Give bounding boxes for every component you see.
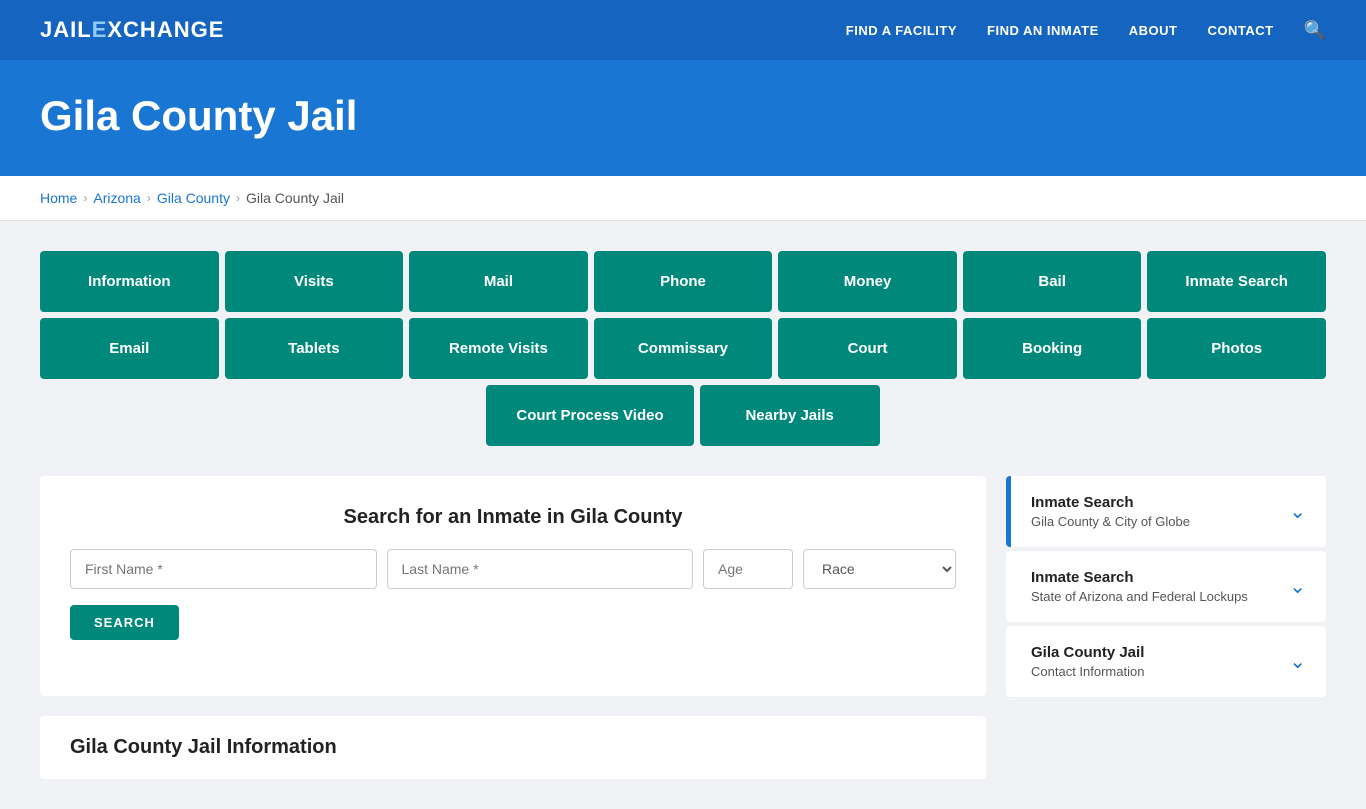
last-name-input[interactable] — [387, 549, 694, 589]
search-title: Search for an Inmate in Gila County — [70, 506, 956, 529]
hero-section: Gila County Jail — [0, 60, 1366, 176]
search-card: Search for an Inmate in Gila County Race… — [40, 476, 986, 696]
brand-x: E — [92, 17, 108, 42]
search-icon[interactable]: 🔍 — [1304, 20, 1326, 41]
info-section: Gila County Jail Information — [40, 716, 986, 779]
chevron-down-icon-2: ⌄ — [1289, 574, 1306, 599]
info-title: Gila County Jail Information — [70, 736, 956, 759]
button-grid-row2: Email Tablets Remote Visits Commissary C… — [40, 318, 1326, 379]
btn-mail[interactable]: Mail — [409, 251, 588, 312]
main-content: Information Visits Mail Phone Money Bail… — [0, 221, 1366, 809]
brand-text-xchange: XCHANGE — [107, 17, 224, 42]
age-input[interactable] — [703, 549, 793, 589]
sidebar-item-sub-gila: Gila County & City of Globe — [1031, 514, 1190, 529]
btn-court-process-video[interactable]: Court Process Video — [486, 385, 693, 446]
button-grid-row1: Information Visits Mail Phone Money Bail… — [40, 251, 1326, 312]
sidebar-item-text-arizona: Inmate Search State of Arizona and Feder… — [1031, 569, 1248, 604]
left-column: Search for an Inmate in Gila County Race… — [40, 476, 986, 779]
nav-links: FIND A FACILITY FIND AN INMATE ABOUT CON… — [846, 20, 1326, 41]
sidebar-item-text-gila: Inmate Search Gila County & City of Glob… — [1031, 494, 1190, 529]
sidebar-item-text-contact: Gila County Jail Contact Information — [1031, 644, 1144, 679]
sidebar-item-sub-contact: Contact Information — [1031, 664, 1144, 679]
btn-inmate-search[interactable]: Inmate Search — [1147, 251, 1326, 312]
btn-money[interactable]: Money — [778, 251, 957, 312]
sidebar-item-title-arizona: Inmate Search — [1031, 569, 1248, 586]
btn-phone[interactable]: Phone — [594, 251, 773, 312]
btn-tablets[interactable]: Tablets — [225, 318, 404, 379]
chevron-down-icon: ⌄ — [1289, 499, 1306, 524]
btn-visits[interactable]: Visits — [225, 251, 404, 312]
nav-about[interactable]: ABOUT — [1129, 23, 1178, 38]
breadcrumb: Home › Arizona › Gila County › Gila Coun… — [40, 190, 1326, 206]
breadcrumb-current: Gila County Jail — [246, 190, 344, 206]
btn-nearby-jails[interactable]: Nearby Jails — [700, 385, 880, 446]
chevron-down-icon-3: ⌄ — [1289, 649, 1306, 674]
sidebar-item-title-contact: Gila County Jail — [1031, 644, 1144, 661]
breadcrumb-sep-2: › — [147, 191, 151, 205]
nav-find-inmate[interactable]: FIND AN INMATE — [987, 23, 1099, 38]
brand-text-jail: JAIL — [40, 17, 92, 42]
sidebar: Inmate Search Gila County & City of Glob… — [1006, 476, 1326, 701]
brand-logo[interactable]: JAILEXCHANGE — [40, 17, 224, 43]
btn-bail[interactable]: Bail — [963, 251, 1142, 312]
search-inputs: Race White Black Hispanic Asian Native A… — [70, 549, 956, 589]
nav-contact[interactable]: CONTACT — [1207, 23, 1273, 38]
btn-court[interactable]: Court — [778, 318, 957, 379]
breadcrumb-sep-3: › — [236, 191, 240, 205]
first-name-input[interactable] — [70, 549, 377, 589]
breadcrumb-arizona[interactable]: Arizona — [93, 190, 140, 206]
btn-remote-visits[interactable]: Remote Visits — [409, 318, 588, 379]
search-button[interactable]: SEARCH — [70, 605, 179, 640]
sidebar-item-title-gila: Inmate Search — [1031, 494, 1190, 511]
nav-find-facility[interactable]: FIND A FACILITY — [846, 23, 957, 38]
sidebar-item-inmate-search-arizona[interactable]: Inmate Search State of Arizona and Feder… — [1006, 551, 1326, 622]
breadcrumb-home[interactable]: Home — [40, 190, 77, 206]
sidebar-item-contact-info[interactable]: Gila County Jail Contact Information ⌄ — [1006, 626, 1326, 697]
breadcrumb-bar: Home › Arizona › Gila County › Gila Coun… — [0, 176, 1366, 221]
btn-email[interactable]: Email — [40, 318, 219, 379]
button-grid-row3: Court Process Video Nearby Jails — [40, 385, 1326, 446]
btn-booking[interactable]: Booking — [963, 318, 1142, 379]
btn-commissary[interactable]: Commissary — [594, 318, 773, 379]
breadcrumb-gila-county[interactable]: Gila County — [157, 190, 230, 206]
btn-photos[interactable]: Photos — [1147, 318, 1326, 379]
page-title: Gila County Jail — [40, 92, 1326, 140]
sidebar-item-inmate-search-gila[interactable]: Inmate Search Gila County & City of Glob… — [1006, 476, 1326, 547]
lower-section: Search for an Inmate in Gila County Race… — [40, 476, 1326, 779]
sidebar-item-sub-arizona: State of Arizona and Federal Lockups — [1031, 589, 1248, 604]
breadcrumb-sep-1: › — [83, 191, 87, 205]
btn-information[interactable]: Information — [40, 251, 219, 312]
navbar: JAILEXCHANGE FIND A FACILITY FIND AN INM… — [0, 0, 1366, 60]
race-select[interactable]: Race White Black Hispanic Asian Native A… — [803, 549, 956, 589]
